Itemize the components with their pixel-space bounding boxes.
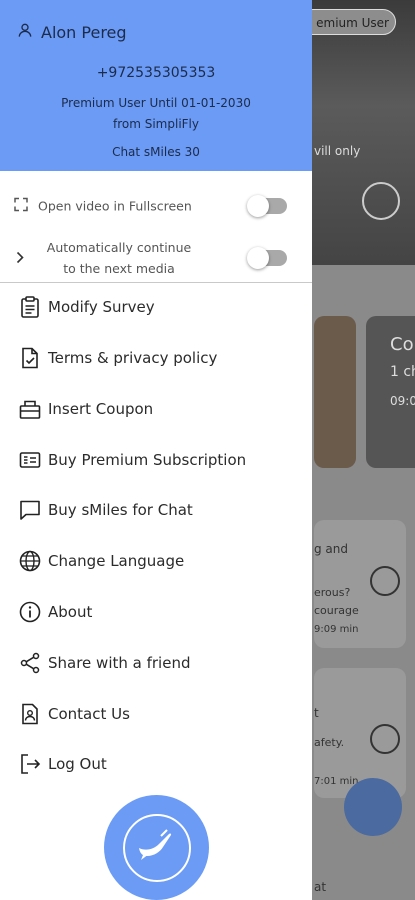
list-item-title: g and [314,542,349,556]
user-icon [17,22,33,42]
document-check-icon [19,347,41,369]
share-icon [19,652,41,674]
setting-fullscreen: Open video in Fullscreen [0,186,312,226]
contact-icon [19,703,41,725]
phone-number: +972535305353 [96,65,216,81]
user-row: Alon Pereg [17,22,127,42]
download-icon [370,724,400,754]
download-icon [370,566,400,596]
setting-label: Automatically continue to the next media [34,237,204,279]
autoplay-toggle[interactable] [247,247,287,269]
menu-item-buy-premium[interactable]: Buy Premium Subscription [0,440,312,480]
user-name: Alon Pereg [41,22,127,42]
chat-icon [19,499,41,521]
menu-item-label: Change Language [48,552,185,570]
menu-item-terms[interactable]: Terms & privacy policy [0,338,312,378]
menu-item-label: Log Out [48,755,107,773]
hero-caption: vill only [314,144,361,158]
pilot-chat-button [344,778,402,836]
divider [0,282,312,283]
menu-item-contact[interactable]: Contact Us [0,694,312,734]
media-card [314,316,356,468]
menu-item-label: Buy Premium Subscription [48,451,247,469]
info-icon [19,601,41,623]
clipboard-icon [19,296,41,318]
logout-icon [19,753,41,775]
navigation-drawer: Alon Pereg +972535305353 Premium User Un… [0,0,312,900]
toggle-knob [247,195,269,217]
list-item: g and erous? courage 9:09 min [314,520,406,648]
setting-label-line: to the next media [63,261,175,276]
list-item-time: 9:09 min [314,624,359,635]
list-item-text: erous? [314,586,351,599]
chat-smiles-balance: Chat sMiles 30 [112,145,200,159]
toggle-knob [247,247,269,269]
menu-item-about[interactable]: About [0,592,312,632]
bottom-nav-label: at [314,880,327,894]
drawer-header: Alon Pereg +972535305353 Premium User Un… [0,0,312,171]
menu-item-label: Contact Us [48,705,130,723]
media-card: Co 1 ch 09:0 [366,316,415,468]
menu-item-label: Modify Survey [48,298,155,316]
list-item: t afety. 7:01 min [314,668,406,798]
card-time: 09:0 [390,394,415,408]
globe-icon [19,550,41,572]
menu-item-share[interactable]: Share with a friend [0,643,312,683]
menu-item-label: Share with a friend [48,654,191,672]
logo-ring [123,814,191,882]
plane-icon [139,829,172,860]
app-logo-button[interactable] [104,795,209,900]
card-icon [19,449,41,471]
background-hero [312,0,415,265]
menu-item-insert-coupon[interactable]: Insert Coupon [0,389,312,429]
menu-item-change-language[interactable]: Change Language [0,541,312,581]
menu-item-label: Buy sMiles for Chat [48,501,193,519]
menu-item-modify-survey[interactable]: Modify Survey [0,287,312,327]
menu-item-label: Terms & privacy policy [48,349,218,367]
fullscreen-icon [14,197,28,216]
chevron-right-icon [16,249,24,268]
menu-item-logout[interactable]: Log Out [0,744,312,784]
menu-item-label: About [48,603,93,621]
setting-label-line: Automatically continue [46,240,192,255]
premium-badge: emium User [300,9,396,35]
fullscreen-toggle[interactable] [247,195,287,217]
list-item-text: courage [314,604,359,617]
card-title: Co [390,334,414,355]
menu-item-label: Insert Coupon [48,400,154,418]
menu-item-buy-smiles[interactable]: Buy sMiles for Chat [0,490,312,530]
premium-source: from SimpliFly [112,117,199,131]
target-icon [362,182,400,220]
premium-status: Premium User Until 01-01-2030 [61,96,251,110]
setting-label: Open video in Fullscreen [38,198,192,214]
setting-autoplay: Automatically continue to the next media [0,236,312,280]
list-item-text: afety. [314,736,345,749]
card-subtitle: 1 ch [390,364,415,380]
list-item-title: t [314,706,319,720]
ticket-icon [19,398,41,420]
